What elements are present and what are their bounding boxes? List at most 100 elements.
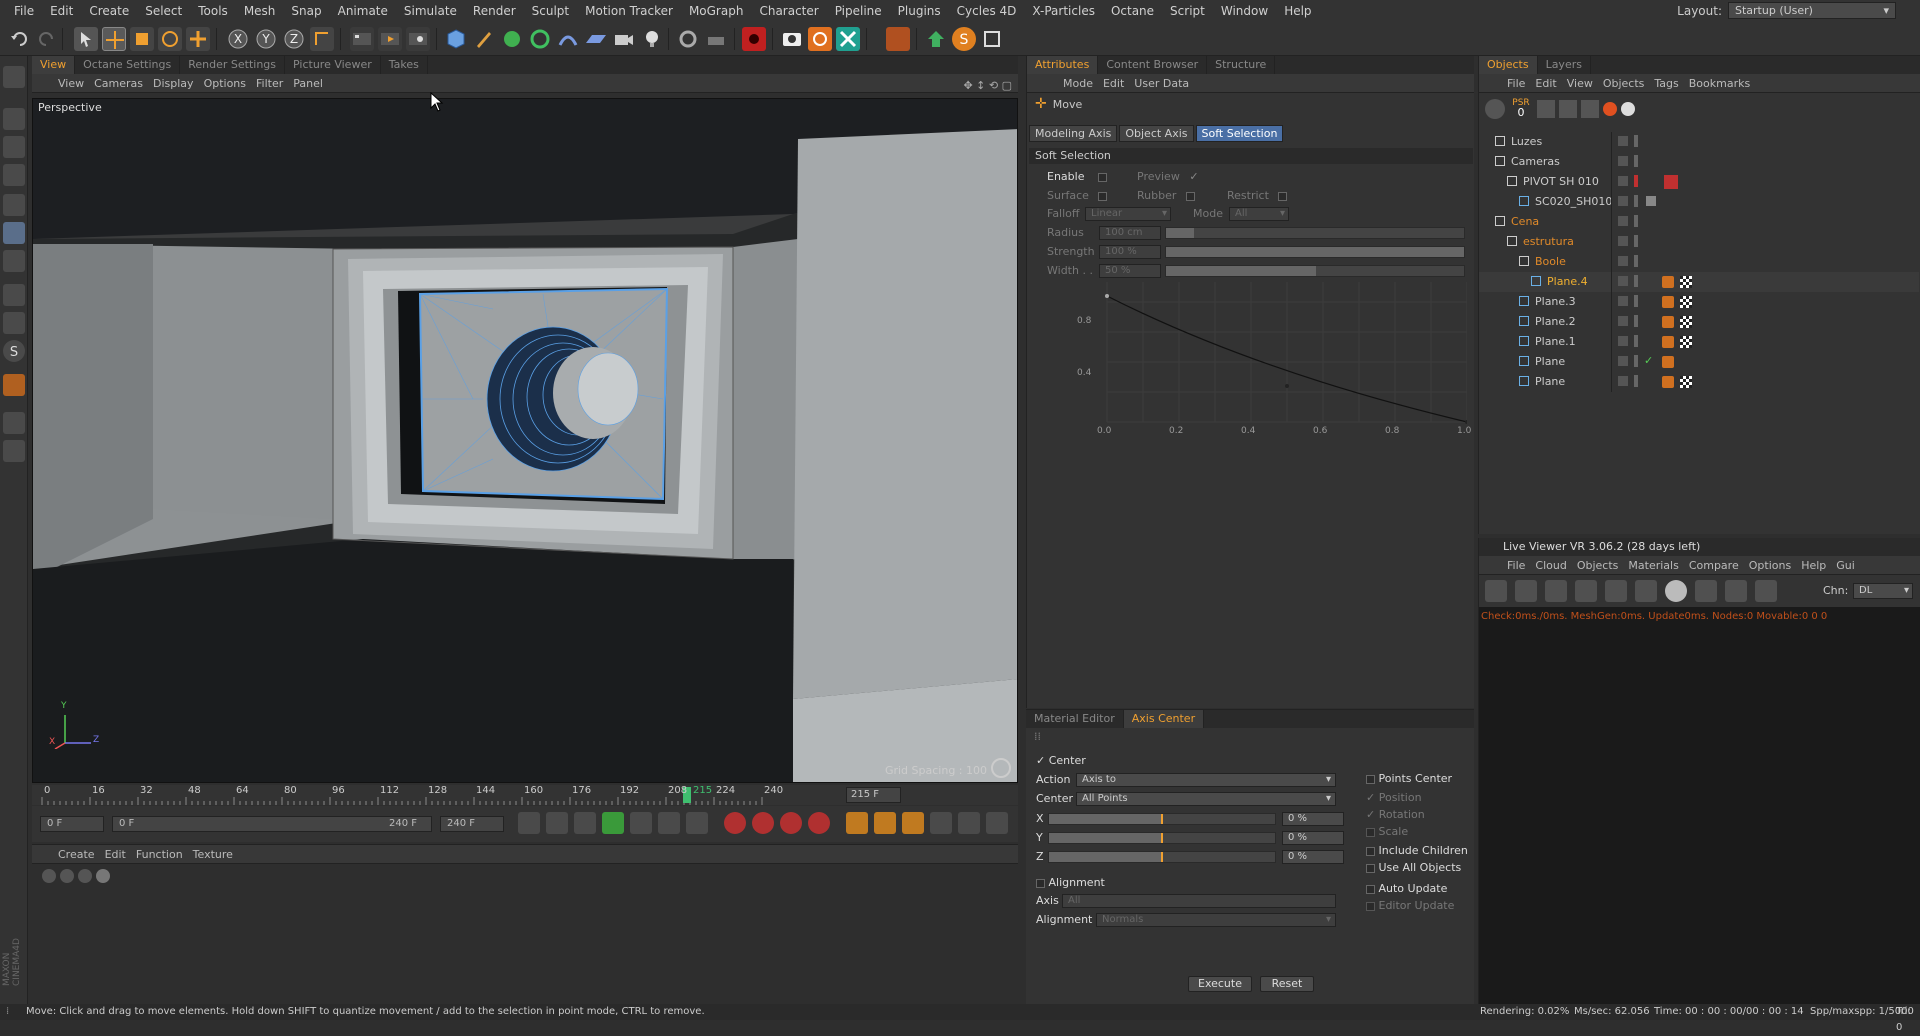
polygons-mode-icon[interactable] (3, 250, 25, 272)
material-menu-create[interactable]: Create (58, 848, 105, 861)
scale-tool-icon[interactable] (130, 27, 154, 51)
falloff-curve-graph[interactable] (1057, 282, 1467, 432)
hierarchy-icon[interactable] (1537, 100, 1555, 118)
editor-render-dots-icon[interactable] (1634, 375, 1638, 387)
alignment-select[interactable]: Normals ▾ (1096, 913, 1336, 927)
material-menu-edit[interactable]: Edit (105, 848, 136, 861)
material-ball-icon[interactable] (42, 869, 56, 883)
menu-x-particles[interactable]: X-Particles (1024, 4, 1103, 18)
editor-render-dots-icon[interactable] (1634, 335, 1638, 347)
material-menu-texture[interactable]: Texture (193, 848, 243, 861)
align-plugin-icon[interactable] (980, 27, 1004, 51)
tag-icon[interactable] (1581, 100, 1599, 118)
tab-structure[interactable]: Structure (1207, 56, 1276, 74)
viewport-menu-display[interactable]: Display (153, 77, 204, 90)
editor-render-dots-icon[interactable] (1634, 195, 1638, 207)
menu-pipeline[interactable]: Pipeline (827, 4, 890, 18)
viewport-menu-filter[interactable]: Filter (256, 77, 293, 90)
light-icon[interactable] (640, 27, 664, 51)
object-row-luzes[interactable]: Luzes (1479, 132, 1919, 152)
visibility-toggle-icon[interactable] (1618, 316, 1628, 326)
tab-takes[interactable]: Takes (381, 56, 428, 74)
menu-motion-tracker[interactable]: Motion Tracker (577, 4, 681, 18)
y-axis-lock-icon[interactable]: Y (254, 27, 278, 51)
viewport-menu-panel[interactable]: Panel (293, 77, 333, 90)
visibility-toggle-icon[interactable] (1618, 336, 1628, 346)
editor-render-dots-icon[interactable] (1634, 135, 1638, 147)
snap-settings-icon[interactable] (676, 27, 700, 51)
menu-mograph[interactable]: MoGraph (681, 4, 752, 18)
visibility-toggle-icon[interactable] (1618, 236, 1628, 246)
phong-tag-icon[interactable] (1662, 376, 1674, 388)
material-ball-icon[interactable] (96, 869, 110, 883)
workplane-mode-icon[interactable] (3, 164, 25, 186)
timeline-ruler[interactable]: 0 16 32 48 64 80 96 112 128 144 160 176 192 208 224 240… (32, 785, 1018, 805)
object-row-boole[interactable]: Boole (1479, 252, 1919, 272)
render-picture-viewer-icon[interactable] (378, 27, 402, 51)
workplane-lock-icon[interactable] (3, 412, 25, 434)
material-tag-icon[interactable] (1680, 336, 1692, 348)
pick-material-icon[interactable] (1755, 580, 1777, 602)
psr-icon[interactable]: PSR 0 (1509, 98, 1533, 120)
object-row-pivot-sh-010[interactable]: PIVOT SH 010 (1479, 172, 1919, 192)
visibility-toggle-icon[interactable] (1618, 376, 1628, 386)
menu-window[interactable]: Window (1213, 4, 1276, 18)
undo-icon[interactable] (8, 27, 32, 51)
material-menu-function[interactable]: Function (136, 848, 193, 861)
gear-icon[interactable] (1605, 580, 1627, 602)
width-slider[interactable] (1165, 265, 1465, 277)
tab-content-browser[interactable]: Content Browser (1098, 56, 1208, 74)
go-to-start-icon[interactable] (518, 812, 540, 834)
screenshot-icon[interactable] (780, 27, 804, 51)
z-slider[interactable] (1048, 851, 1276, 863)
subtab-soft-selection[interactable]: Soft Selection (1195, 125, 1284, 142)
material-tag-icon[interactable] (1680, 276, 1692, 288)
texture-mode-icon[interactable] (3, 136, 25, 158)
reset-button[interactable]: Reset (1260, 976, 1314, 992)
scale-key-icon[interactable] (874, 812, 896, 834)
object-row-estrutura[interactable]: estrutura (1479, 232, 1919, 252)
visibility-toggle-icon[interactable] (1618, 196, 1628, 206)
magnet-icon[interactable] (3, 374, 25, 396)
tab-objects[interactable]: Objects (1479, 56, 1538, 74)
strength-field[interactable]: 100 % (1099, 245, 1161, 259)
param-key-icon[interactable] (930, 812, 952, 834)
object-row-plane[interactable]: Plane (1479, 372, 1919, 392)
material-tag-icon[interactable] (1680, 376, 1692, 388)
material-ball-icon[interactable] (60, 869, 74, 883)
pen-spline-icon[interactable] (472, 27, 496, 51)
tab-render-settings[interactable]: Render Settings (180, 56, 286, 74)
cloner-icon[interactable] (528, 27, 552, 51)
menu-script[interactable]: Script (1162, 4, 1213, 18)
add-tool-icon[interactable] (186, 27, 210, 51)
tab-octane-settings[interactable]: Octane Settings (75, 56, 181, 74)
phong-tag-icon[interactable] (1662, 356, 1674, 368)
menu-select[interactable]: Select (137, 4, 190, 18)
y-slider[interactable] (1048, 832, 1276, 844)
octane-live-viewer-icon[interactable] (742, 27, 766, 51)
menu-create[interactable]: Create (81, 4, 137, 18)
material-tag-icon[interactable] (1680, 296, 1692, 308)
point-level-icon[interactable] (958, 812, 980, 834)
sphere-icon[interactable] (1665, 580, 1687, 602)
x-slider[interactable] (1048, 813, 1276, 825)
grid-icon[interactable] (3, 440, 25, 462)
attributes-menu-mode[interactable]: Mode (1063, 77, 1103, 90)
tab-picture-viewer[interactable]: Picture Viewer (285, 56, 381, 74)
lock-icon[interactable] (1635, 580, 1657, 602)
menu-snap[interactable]: Snap (283, 4, 329, 18)
tweak-mode-icon[interactable] (3, 312, 25, 334)
objects-menu-file[interactable]: File (1507, 77, 1535, 90)
layout-selector[interactable]: Layout: Startup (User) ▾ (1677, 2, 1896, 19)
signal-plugin-icon[interactable]: S (952, 27, 976, 51)
prev-key-icon[interactable] (546, 812, 568, 834)
phong-tag-icon[interactable] (1662, 336, 1674, 348)
visibility-toggle-icon[interactable] (1618, 216, 1628, 226)
width-field[interactable]: 50 % (1099, 264, 1161, 278)
center-checkbox[interactable]: ✓ Center (1036, 754, 1086, 767)
record-icon[interactable] (1603, 102, 1617, 116)
object-row-plane-3[interactable]: Plane.3 (1479, 292, 1919, 312)
include-children-checkbox[interactable]: Include Children (1366, 844, 1468, 857)
live-menu-options[interactable]: Options (1749, 559, 1801, 572)
chn-select[interactable]: DL ▾ (1853, 583, 1913, 599)
